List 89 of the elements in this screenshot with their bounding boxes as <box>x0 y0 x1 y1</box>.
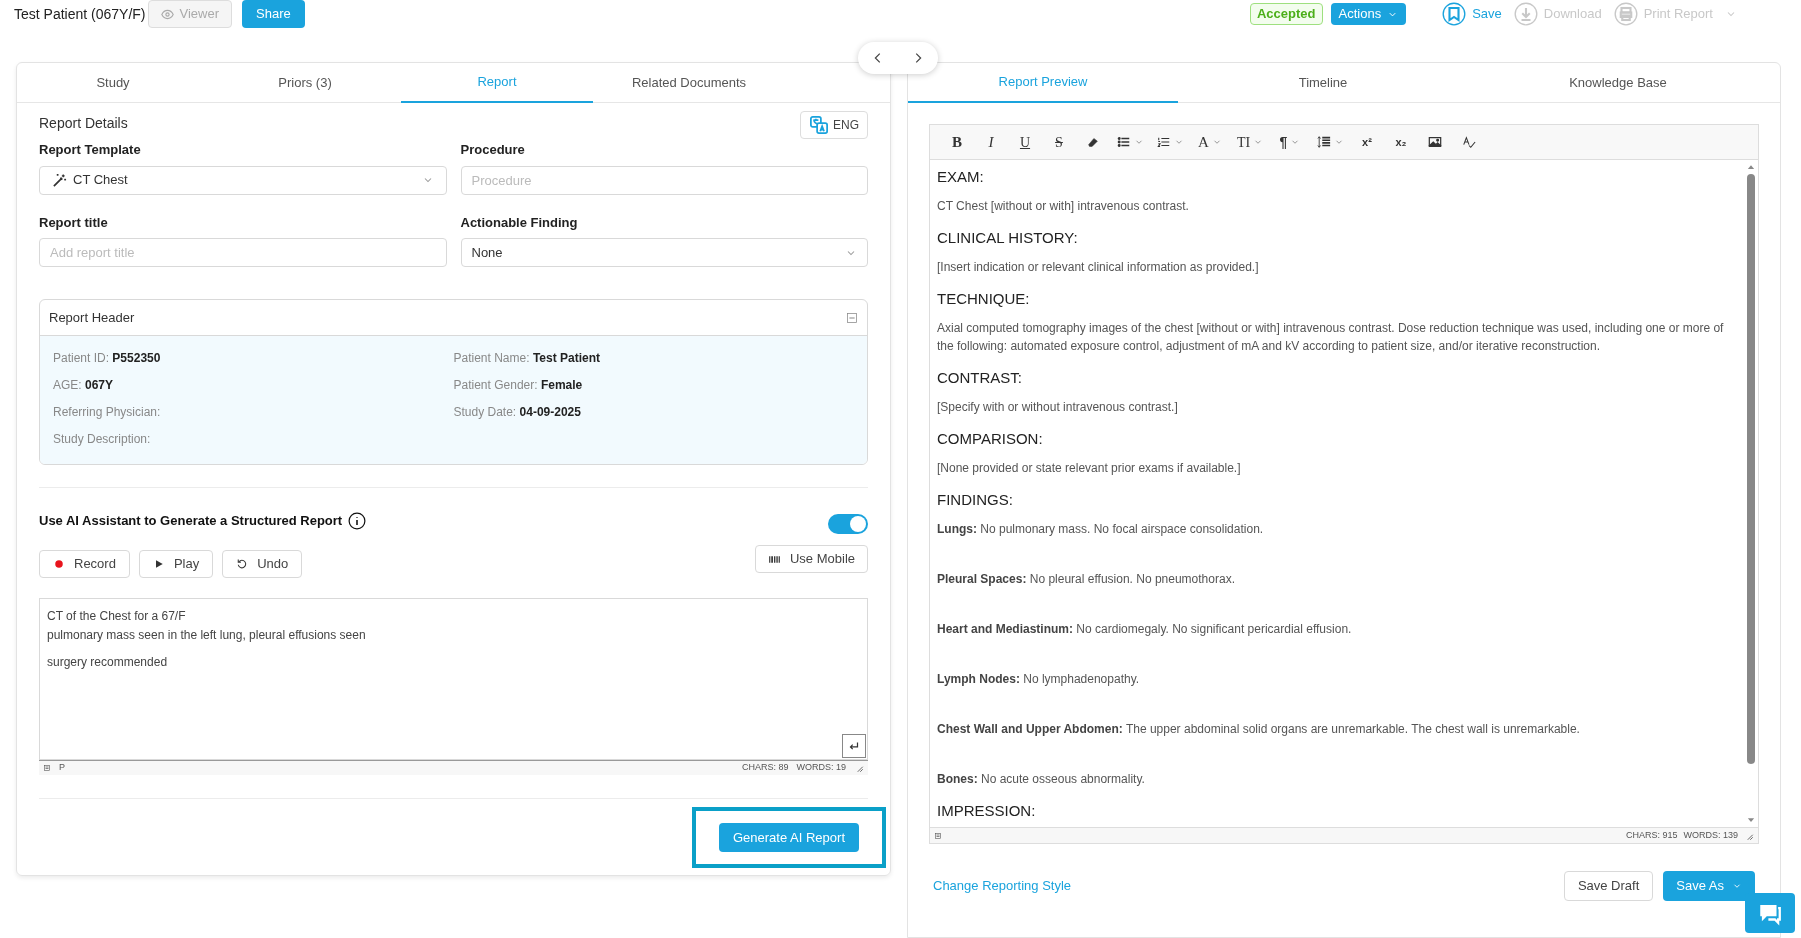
toolbar-button[interactable]: A <box>1190 128 1230 156</box>
toolbar-button[interactable]: x² <box>1350 128 1384 156</box>
text-line: pulmonary mass seen in the left lung, pleural effusions seen <box>47 627 367 644</box>
save-draft-button[interactable]: Save Draft <box>1563 871 1654 901</box>
tab[interactable]: Priors (3) <box>209 63 401 103</box>
audio-button[interactable]: Play <box>138 550 214 578</box>
record-icon <box>53 558 65 570</box>
tab[interactable]: Study <box>17 63 209 103</box>
word-count: WORDS: 139 <box>1683 828 1738 842</box>
eye-icon <box>160 7 174 21</box>
report-title-field[interactable]: Add report title <box>39 238 447 267</box>
card-title: Report Header <box>49 308 135 327</box>
info-field: Patient ID: P552350 <box>53 349 454 376</box>
spellcheck-icon <box>1462 135 1476 149</box>
patient-title: Test Patient (067Y/F) <box>14 4 146 24</box>
toggle-switch[interactable] <box>828 514 868 534</box>
paragraph: Lymph Nodes: No lymphadenopathy. <box>937 671 1141 688</box>
field-label: Report title <box>39 213 109 232</box>
actionable-finding-select[interactable]: None <box>460 238 868 267</box>
field-label: Actionable Finding <box>460 213 579 232</box>
eraser-icon <box>1086 135 1100 149</box>
info-icon[interactable] <box>348 512 367 530</box>
info-field: Referring Physician: <box>53 403 454 430</box>
text-line: surgery recommended <box>47 654 169 671</box>
info-field: AGE: 067Y <box>53 376 454 403</box>
undo-icon <box>236 558 249 570</box>
section-heading: CLINICAL HISTORY: <box>937 229 1079 247</box>
paragraph: [Insert indication or relevant clinical information as provided.] <box>937 259 1260 276</box>
toolbar-button[interactable]: I <box>974 128 1008 156</box>
text-line: CT of the Chest for a 67/F <box>47 608 187 625</box>
paragraph: Lungs: No pulmonary mass. No focal airspace consolidation. <box>937 521 1265 538</box>
section-heading: FINDINGS: <box>937 491 1014 509</box>
char-count: CHARS: 89 <box>741 761 789 775</box>
toolbar-button[interactable]: B <box>940 128 974 156</box>
bookmark-icon <box>1442 2 1467 26</box>
paragraph: Pleural Spaces: No pleural effusion. No pneumothorax. <box>937 571 1236 588</box>
info-field: Study Date: 04-09-2025 <box>453 403 854 430</box>
toolbar-button[interactable]: S <box>1042 128 1076 156</box>
info-field: Patient Name: Test Patient <box>453 349 854 376</box>
word-count: WORDS: 19 <box>796 761 846 775</box>
paragraph: Chest Wall and Upper Abdomen: The upper abdominal solid organs are unremarkable. The chest wall is unremarkable. <box>937 721 1581 738</box>
bulleted-list-icon <box>1116 135 1131 149</box>
info-field: Study Description: <box>53 430 454 452</box>
collapse-icon[interactable] <box>846 311 858 324</box>
procedure-field[interactable]: Procedure <box>460 165 868 195</box>
audio-button[interactable]: Undo <box>222 550 303 578</box>
paragraph: Heart and Mediastinum: No cardiomegaly. No significant pericardial effusion. <box>937 621 1353 638</box>
enter-icon[interactable] <box>842 734 866 758</box>
translate-icon <box>809 115 829 135</box>
tab[interactable]: Timeline <box>1178 63 1468 103</box>
char-count: CHARS: 915 <box>1625 828 1678 842</box>
section-heading: TECHNIQUE: <box>937 290 1031 308</box>
tab[interactable]: Knowledge Base <box>1468 63 1768 103</box>
section-heading: CONTRAST: <box>937 369 1023 387</box>
magic-wand-icon <box>52 172 67 188</box>
scrollbar-thumb[interactable] <box>1747 174 1755 764</box>
source-icon <box>43 764 51 772</box>
paragraph: Bones: No acute osseous abnormality. <box>937 771 1146 788</box>
status-badge: Accepted <box>1250 3 1323 25</box>
audio-button[interactable]: Record <box>39 550 130 578</box>
numbered-list-icon <box>1156 135 1171 149</box>
chat-button[interactable] <box>1745 893 1795 933</box>
paragraph: [Specify with or without intravenous contrast.] <box>937 399 1179 416</box>
toolbar-button[interactable]: U <box>1008 128 1042 156</box>
element-path: P <box>59 761 65 775</box>
section-title: Use AI Assistant to Generate a Structured Report <box>39 512 343 531</box>
template-select[interactable]: CT Chest <box>39 165 447 195</box>
section-title: Report Details <box>39 114 128 133</box>
paragraph: [None provided or state relevant prior exams if available.] <box>937 460 1242 477</box>
tab[interactable]: Related Documents <box>593 63 785 103</box>
toolbar-button[interactable]: x₂ <box>1384 128 1418 156</box>
source-icon <box>934 831 942 840</box>
section-heading: COMPARISON: <box>937 430 1044 448</box>
toolbar-button[interactable]: ¶ <box>1270 128 1310 156</box>
field-label: Report Template <box>39 141 142 159</box>
use-mobile-button[interactable]: Use Mobile <box>754 545 868 573</box>
language-button[interactable]: ENG <box>800 111 868 139</box>
image-icon <box>1428 135 1442 149</box>
toolbar-button[interactable]: TI <box>1230 128 1270 156</box>
paragraph: CT Chest [without or with] intravenous contrast. <box>937 198 1190 215</box>
paragraph: Axial computed tomography images of the chest [without or with] intravenous contrast. Dose reduction technique was used, including one or more of the following: automated exposure control, adjustment of mA and kV according to patient size, and/or iterative reconstruction. <box>937 320 1724 355</box>
line-height-icon <box>1316 135 1331 149</box>
printer-icon <box>1613 2 1638 26</box>
field-label: Procedure <box>460 141 526 159</box>
dictation-field[interactable]: CT of the Chest for a 67/F pulmonary mass seen in the left lung, pleural effusions seen surgery recommended <box>39 598 868 760</box>
section-heading: IMPRESSION: <box>937 802 1037 820</box>
download-icon <box>1513 2 1538 26</box>
section-heading: EXAM: <box>937 168 985 186</box>
info-field: Patient Gender: Female <box>453 376 854 403</box>
